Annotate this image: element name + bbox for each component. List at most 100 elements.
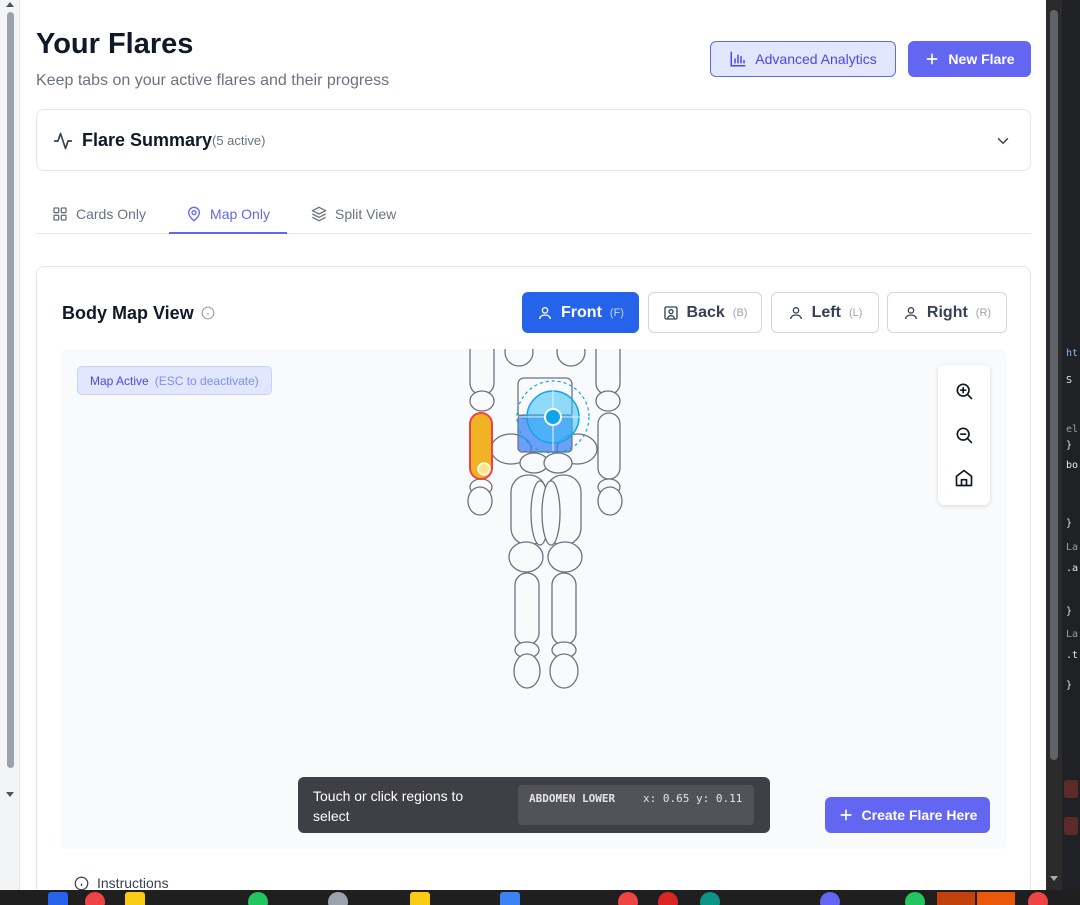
grid-icon — [53, 207, 67, 221]
flare-summary-title: Flare Summary — [82, 130, 213, 150]
taskbar-app-icon[interactable] — [1028, 892, 1048, 905]
view-shortcut: (B) — [732, 306, 748, 319]
taskbar-app-icon[interactable] — [658, 892, 678, 905]
tab-label: Cards Only — [76, 206, 147, 222]
region-left-hand — [467, 486, 493, 516]
taskbar-app-icon[interactable] — [85, 892, 105, 905]
user-icon — [904, 306, 917, 319]
view-shortcut: (R) — [975, 306, 992, 319]
taskbar-app-icon[interactable] — [905, 892, 925, 905]
taskbar-app-icon[interactable] — [500, 892, 520, 905]
view-label: Back — [686, 303, 725, 321]
view-back-button[interactable]: Back (B) — [648, 292, 762, 333]
view-shortcut: (L) — [848, 306, 863, 319]
taskbar-app-icon[interactable] — [410, 892, 430, 905]
devtools-error-badge[interactable] — [1064, 817, 1078, 835]
zoom-out-icon — [956, 427, 973, 444]
region-left-shoulder — [504, 349, 534, 367]
taskbar-app-icon[interactable] — [125, 892, 145, 905]
devtools-text: .a — [1066, 563, 1079, 574]
region-right-knee — [547, 541, 583, 573]
devtools-tab[interactable]: S — [1066, 375, 1072, 386]
view-label: Right — [926, 303, 968, 321]
taskbar-app-icon[interactable] — [248, 892, 268, 905]
scroll-down-arrow-icon[interactable] — [6, 792, 14, 797]
region-right-forearm — [597, 412, 621, 480]
plus-icon — [926, 53, 938, 65]
view-left-button[interactable]: Left (L) — [771, 292, 879, 333]
user-icon — [539, 306, 552, 319]
scrollbar-thumb[interactable] — [7, 12, 14, 768]
devtools-text: ht — [1066, 348, 1079, 359]
tab-map-only[interactable]: Map Only — [169, 195, 287, 234]
body-map-card: Body Map View Front (F) Back (B) Left (L… — [36, 266, 1031, 905]
tab-label: Split View — [335, 206, 397, 222]
view-front-button[interactable]: Front (F) — [522, 292, 639, 333]
info-icon[interactable] — [201, 306, 215, 320]
plus-icon — [840, 809, 852, 821]
view-label: Left — [811, 303, 841, 321]
page-scrollbar[interactable] — [0, 0, 20, 890]
reset-view-button[interactable] — [952, 466, 976, 490]
devtools-text: } — [1066, 680, 1073, 691]
region-right-shin — [551, 572, 577, 646]
region-left-upper-arm — [469, 349, 495, 396]
region-groin-right — [543, 452, 573, 474]
devtools-panel: ht S el } bo } La .a } La .t } — [1062, 0, 1080, 890]
flare-summary-panel[interactable]: Flare Summary (5 active) — [36, 109, 1031, 171]
taskbar-app-icon[interactable] — [48, 892, 68, 905]
region-left-elbow — [469, 390, 495, 412]
region-right-shoulder — [556, 349, 586, 367]
activity-icon — [53, 132, 73, 150]
create-flare-here-button[interactable]: Create Flare Here — [825, 797, 990, 833]
zoom-in-button[interactable] — [952, 379, 976, 403]
region-inner-thigh-right — [541, 480, 561, 546]
scroll-up-arrow-icon[interactable] — [6, 2, 14, 7]
devtools-text: } — [1066, 518, 1073, 529]
body-map-canvas[interactable]: Map Active (ESC to deactivate) Touch or … — [61, 349, 1007, 849]
tab-split-view[interactable]: Split View — [311, 195, 396, 233]
region-right-elbow — [595, 390, 621, 412]
taskbar-app-icon[interactable] — [700, 892, 720, 905]
zoom-out-button[interactable] — [952, 423, 976, 447]
devtools-text: } — [1066, 440, 1073, 451]
zoom-controls — [938, 365, 990, 505]
view-shortcut: (F) — [609, 306, 624, 319]
devtools-error-badge[interactable] — [1064, 780, 1078, 798]
devtools-text: } — [1066, 606, 1073, 617]
user-square-icon — [663, 305, 678, 320]
new-flare-label: New Flare — [948, 51, 1015, 67]
new-flare-button[interactable]: New Flare — [908, 41, 1031, 77]
region-right-hand — [597, 486, 623, 516]
taskbar-app-icon[interactable] — [618, 892, 638, 905]
chevron-down-icon[interactable] — [994, 132, 1012, 150]
taskbar-app-icon[interactable] — [820, 892, 840, 905]
taskbar-app-icon[interactable] — [977, 892, 1015, 905]
region-info-box: ABDOMEN LOWER x: 0.65 y: 0.11 — [518, 785, 754, 825]
devtools-text: La — [1066, 542, 1079, 553]
home-icon — [955, 469, 973, 487]
info-icon — [74, 876, 89, 890]
taskbar-app-icon[interactable] — [328, 892, 348, 905]
view-mode-tabs: Cards Only Map Only Split View — [36, 195, 1031, 234]
devtools-text: .t — [1066, 650, 1079, 661]
highlight-marker — [477, 462, 491, 476]
devtools-scrollbar-thumb[interactable] — [1050, 10, 1058, 760]
tab-cards-only[interactable]: Cards Only — [52, 195, 146, 233]
instructions-toggle[interactable]: Instructions — [74, 875, 169, 891]
devtools-scrollbar[interactable] — [1046, 0, 1062, 890]
view-label: Front — [561, 303, 602, 321]
advanced-analytics-label: Advanced Analytics — [755, 51, 877, 67]
scroll-down-arrow-icon[interactable] — [1050, 876, 1058, 881]
region-right-upper-arm — [595, 349, 621, 396]
body-figure[interactable] — [61, 349, 1007, 849]
taskbar-app-icon[interactable] — [937, 892, 975, 905]
devtools-text: La — [1066, 629, 1079, 640]
region-label: ABDOMEN LOWER — [529, 792, 616, 805]
advanced-analytics-button[interactable]: Advanced Analytics — [710, 41, 896, 77]
view-right-button[interactable]: Right (R) — [887, 292, 1007, 333]
selection-marker-dot — [544, 408, 562, 426]
devtools-text: bo — [1066, 460, 1079, 471]
instructions-label: Instructions — [97, 875, 169, 891]
page-title: Your Flares — [36, 28, 194, 60]
